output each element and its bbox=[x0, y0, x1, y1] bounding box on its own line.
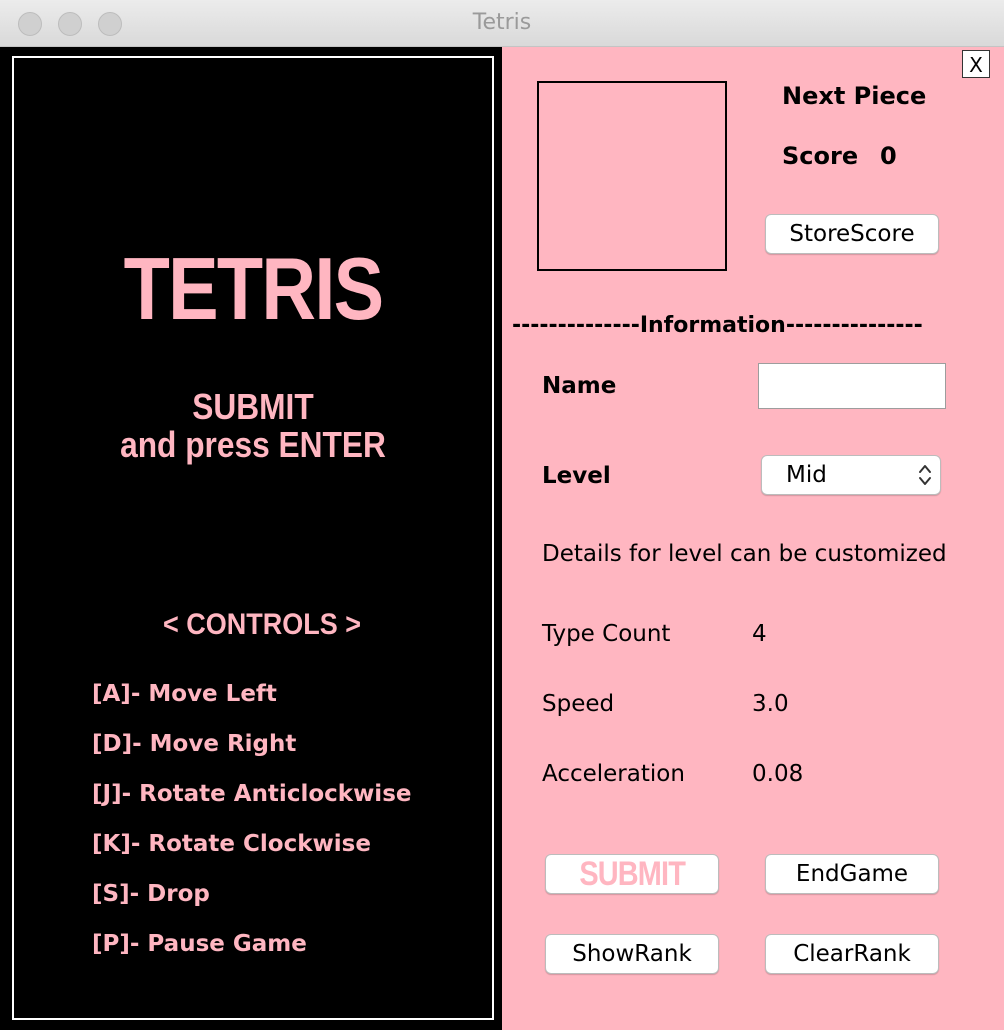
end-game-button[interactable]: EndGame bbox=[765, 854, 939, 894]
acceleration-label: Acceleration bbox=[542, 761, 685, 787]
start-message-line1: SUBMIT bbox=[192, 386, 314, 427]
control-move-right: [D]- Move Right bbox=[92, 731, 297, 757]
speed-value: 3.0 bbox=[752, 691, 789, 717]
acceleration-value: 0.08 bbox=[752, 761, 804, 787]
window-title: Tetris bbox=[472, 10, 532, 35]
next-piece-preview bbox=[537, 81, 727, 271]
information-divider: --------------Information--------------- bbox=[512, 313, 923, 338]
game-board-area: TETRIS SUBMIT and press ENTER < CONTROLS… bbox=[0, 47, 502, 1030]
speed-label: Speed bbox=[542, 691, 615, 717]
level-select-value: Mid bbox=[786, 462, 827, 488]
show-rank-button[interactable]: ShowRank bbox=[545, 934, 719, 974]
control-rotate-anticlockwise: [J]- Rotate Anticlockwise bbox=[92, 781, 412, 807]
name-input[interactable] bbox=[758, 363, 946, 409]
start-message: SUBMIT and press ENTER bbox=[43, 388, 464, 464]
game-title: TETRIS bbox=[123, 239, 384, 338]
submit-button[interactable]: SUBMIT bbox=[545, 854, 719, 894]
control-move-left: [A]- Move Left bbox=[92, 681, 277, 707]
clear-rank-button[interactable]: ClearRank bbox=[765, 934, 939, 974]
type-count-value: 4 bbox=[752, 621, 767, 647]
level-label: Level bbox=[542, 463, 611, 489]
close-button[interactable]: X bbox=[962, 50, 990, 78]
control-rotate-clockwise: [K]- Rotate Clockwise bbox=[92, 831, 371, 857]
chevron-updown-icon bbox=[919, 465, 931, 485]
store-score-button[interactable]: StoreScore bbox=[765, 214, 939, 254]
controls-heading: < CONTROLS > bbox=[162, 608, 362, 641]
tetris-window: Tetris TETRIS SUBMIT and press ENTER < C… bbox=[0, 0, 1004, 1030]
type-count-label: Type Count bbox=[542, 621, 671, 647]
controls-list: [A]- Move Left [D]- Move Right [J]- Rota… bbox=[92, 681, 411, 981]
game-board[interactable]: TETRIS SUBMIT and press ENTER < CONTROLS… bbox=[12, 56, 494, 1020]
control-pause: [P]- Pause Game bbox=[92, 931, 307, 957]
level-select[interactable]: Mid bbox=[761, 455, 941, 495]
name-label: Name bbox=[542, 373, 617, 399]
control-drop: [S]- Drop bbox=[92, 881, 210, 907]
level-details-note: Details for level can be customized bbox=[542, 541, 947, 567]
side-panel: X Next Piece Score 0 StoreScore --------… bbox=[502, 47, 1004, 1030]
next-piece-label: Next Piece bbox=[782, 82, 927, 110]
score-label: Score bbox=[782, 142, 859, 170]
start-message-line2: and press ENTER bbox=[120, 424, 386, 465]
score-value: 0 bbox=[880, 142, 897, 170]
title-bar: Tetris bbox=[0, 0, 1004, 47]
submit-button-label: SUBMIT bbox=[579, 855, 686, 893]
